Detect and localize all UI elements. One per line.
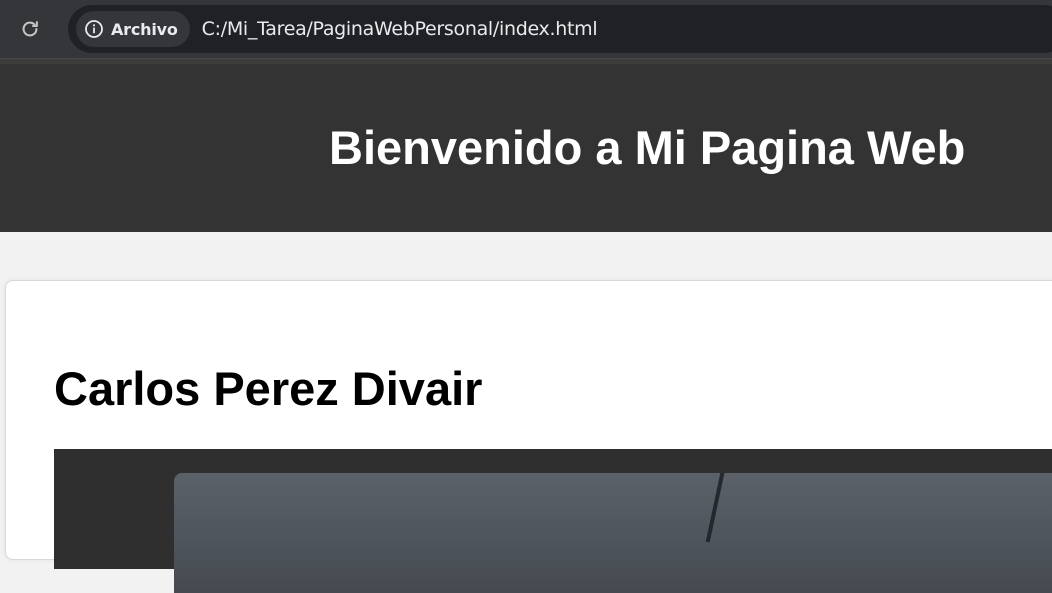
page-title: Bienvenido a Mi Pagina Web — [329, 121, 966, 174]
profile-photo — [174, 473, 1052, 593]
site-header: Bienvenido a Mi Pagina Web — [0, 64, 1052, 232]
photo-detail — [705, 473, 727, 543]
site-chip-label: Archivo — [111, 19, 178, 39]
person-name: Carlos Perez Divair — [54, 362, 483, 415]
reload-button[interactable] — [12, 11, 48, 47]
reload-icon — [19, 18, 41, 40]
browser-toolbar: Archivo C:/Mi_Tarea/PaginaWebPersonal/in… — [0, 0, 1052, 58]
profile-card: Carlos Perez Divair — [5, 280, 1052, 593]
url-text[interactable]: C:/Mi_Tarea/PaginaWebPersonal/index.html — [202, 18, 598, 40]
media-frame — [54, 449, 1052, 593]
site-info-chip[interactable]: Archivo — [76, 11, 190, 47]
info-icon — [84, 19, 104, 39]
address-bar[interactable]: Archivo C:/Mi_Tarea/PaginaWebPersonal/in… — [68, 5, 1052, 53]
